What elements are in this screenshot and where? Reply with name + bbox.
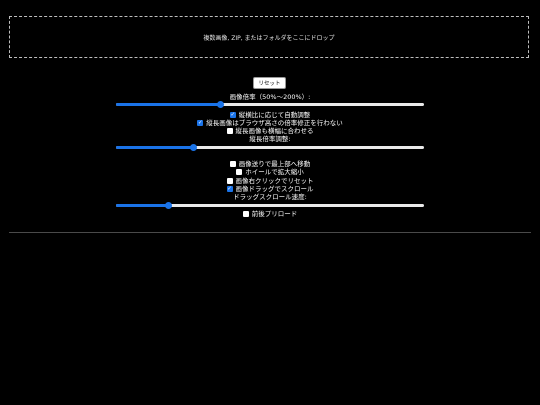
checkbox-label: 画像右クリックでリセット bbox=[235, 177, 314, 185]
checkbox-icon[interactable]: ✓ bbox=[229, 161, 236, 167]
vertical-zoom-slider-fill bbox=[116, 146, 193, 149]
zoom-slider-fill bbox=[116, 103, 221, 106]
drop-zone[interactable]: 複数画像, ZIP, またはフォルダをここにドロップ bbox=[9, 16, 529, 58]
drag-speed-slider[interactable] bbox=[116, 202, 424, 209]
checkbox-label: 画像ドラッグでスクロール bbox=[235, 185, 314, 193]
drag-speed-slider-fill bbox=[116, 204, 169, 207]
checkbox-icon[interactable]: ✓ bbox=[242, 211, 249, 217]
checkbox-label: ホイールで拡大縮小 bbox=[245, 168, 304, 176]
checkbox-no-browser-correction[interactable]: ✓ 縦長画像はブラウザ高さの倍率修正を行わない bbox=[0, 119, 540, 127]
checkbox-icon[interactable]: ✓ bbox=[197, 120, 204, 126]
drag-speed-slider-thumb[interactable] bbox=[164, 202, 172, 209]
divider bbox=[9, 232, 531, 233]
checkbox-right-click-reset[interactable]: ✓ 画像右クリックでリセット bbox=[0, 177, 540, 185]
drop-zone-text: 複数画像, ZIP, またはフォルダをここにドロップ bbox=[203, 34, 335, 42]
vertical-zoom-label: 縦長倍率調整: bbox=[249, 135, 291, 143]
checkbox-icon[interactable]: ✓ bbox=[229, 112, 236, 118]
vertical-zoom-slider[interactable] bbox=[116, 144, 424, 151]
zoom-slider-thumb[interactable] bbox=[217, 101, 225, 108]
checkbox-icon[interactable]: ✓ bbox=[236, 169, 243, 175]
checkbox-label: 縦長画像はブラウザ高さの倍率修正を行わない bbox=[206, 119, 343, 127]
checkbox-icon[interactable]: ✓ bbox=[226, 186, 233, 192]
reset-button[interactable]: リセット bbox=[253, 77, 286, 89]
checkbox-label: 縦長画像も横幅に合わせる bbox=[235, 127, 314, 135]
checkbox-auto-fit[interactable]: ✓ 縦横比に応じて自動調整 bbox=[0, 111, 540, 119]
drag-speed-label: ドラッグスクロール速度: bbox=[233, 193, 307, 201]
checkbox-scroll-top[interactable]: ✓ 画像送りで最上部へ移動 bbox=[0, 160, 540, 168]
checkbox-icon[interactable]: ✓ bbox=[226, 178, 233, 184]
checkbox-label: 前後プリロード bbox=[251, 210, 298, 218]
zoom-slider[interactable] bbox=[116, 101, 424, 108]
checkbox-fit-width[interactable]: ✓ 縦長画像も横幅に合わせる bbox=[0, 127, 540, 135]
zoom-label: 画像倍率（50%～200%）: bbox=[229, 93, 311, 101]
vertical-zoom-slider-thumb[interactable] bbox=[189, 144, 197, 151]
checkbox-icon[interactable]: ✓ bbox=[226, 128, 233, 134]
checkbox-drag-scroll[interactable]: ✓ 画像ドラッグでスクロール bbox=[0, 185, 540, 193]
checkbox-label: 縦横比に応じて自動調整 bbox=[238, 111, 311, 119]
checkbox-label: 画像送りで最上部へ移動 bbox=[238, 160, 311, 168]
checkbox-preload[interactable]: ✓ 前後プリロード bbox=[0, 210, 540, 218]
checkbox-wheel-zoom[interactable]: ✓ ホイールで拡大縮小 bbox=[0, 168, 540, 176]
